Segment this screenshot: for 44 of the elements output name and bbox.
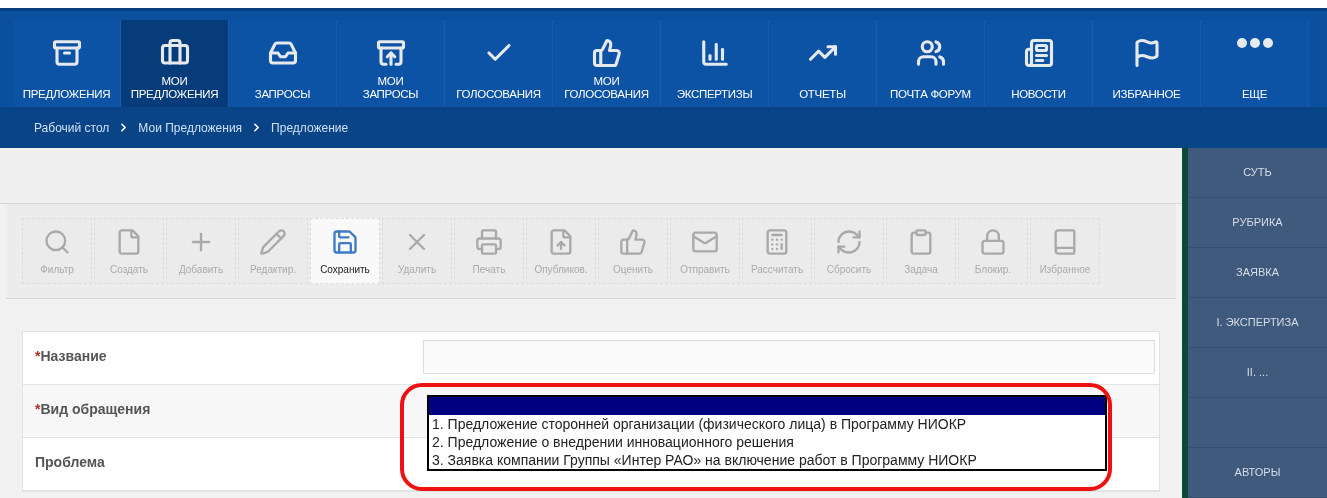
pencil-icon [259,228,287,256]
input-field[interactable] [423,340,1155,374]
nav-tab[interactable]: ПОЧТА ФОРУМ [877,20,985,107]
nav-tab[interactable]: ЗАПРОСЫ [229,20,337,107]
listbox[interactable]: 1. Предложение сторонней организации (физического лица) в Программу НИОКР 2. Предложение о внедрении инновационного решения 3. Заявка компании Группы «Интер РАО» на включение работ в Программу НИОКР [427,395,1107,471]
list-option[interactable]: 3. Заявка компании Группы «Интер РАО» на включение работ в Программу НИОКР [429,451,1105,469]
newspaper-icon [1023,38,1054,68]
nav-tab[interactable]: ГОЛОСОВАНИЯ [445,20,553,107]
nav-tab[interactable]: МОИ ПРЕДЛОЖЕНИЯ [121,20,229,107]
thumbs-up-icon [619,228,647,256]
field-label: *Название [35,348,107,364]
breadcrumb-link[interactable]: Предложение [271,118,349,137]
people-icon [915,38,946,68]
list-option[interactable]: 1. Предложение сторонней организации (физического лица) в Программу НИОКР [429,415,1105,433]
side-tab[interactable]: РУБРИКА [1188,198,1327,248]
printer-icon [475,228,503,256]
breadcrumb-link[interactable]: Мои Предложения [138,118,243,137]
inbox-icon [267,38,298,68]
side-tab[interactable]: II. ... [1188,348,1327,398]
bar-chart-icon [699,38,730,68]
field-label: *Вид обращения [35,401,151,417]
briefcase-icon [159,38,190,68]
nav-tab[interactable]: ОТЧЕТЫ [769,20,877,107]
more-icon [1236,38,1273,48]
side-tab[interactable]: АВТОРЫ [1188,448,1327,498]
list-option[interactable] [429,397,1105,415]
refresh-icon [835,228,863,256]
nav-tab[interactable]: ЕЩЕ [1201,20,1309,107]
field-label: Проблема [35,454,105,470]
nav-tab[interactable]: МОИ ЗАПРОСЫ [337,20,445,107]
nav-tab[interactable]: ПРЕДЛОЖЕНИЯ [13,20,121,107]
nav-tab[interactable]: ИЗБРАННОЕ [1093,20,1201,107]
side-tab[interactable]: СУТЬ [1188,148,1327,198]
lock-icon [979,228,1007,256]
nav-tab[interactable]: ЭКСПЕРТИЗЫ [661,20,769,107]
nav-tab[interactable]: МОИ ГОЛОСОВАНИЯ [553,20,661,107]
thumbs-up-icon [591,38,622,68]
list-option[interactable]: 2. Предложение о внедрении инновационного решения [429,433,1105,451]
side-tab[interactable]: I. ЭКСПЕРТИЗА [1188,298,1327,348]
toolbar-button[interactable]: Сохранить [310,218,380,284]
search-icon [43,228,71,256]
nav-tab[interactable]: НОВОСТИ [985,20,1093,107]
side-tab[interactable]: ЗАЯВКА [1188,248,1327,298]
breadcrumb-link[interactable]: Рабочий стол [34,118,110,137]
